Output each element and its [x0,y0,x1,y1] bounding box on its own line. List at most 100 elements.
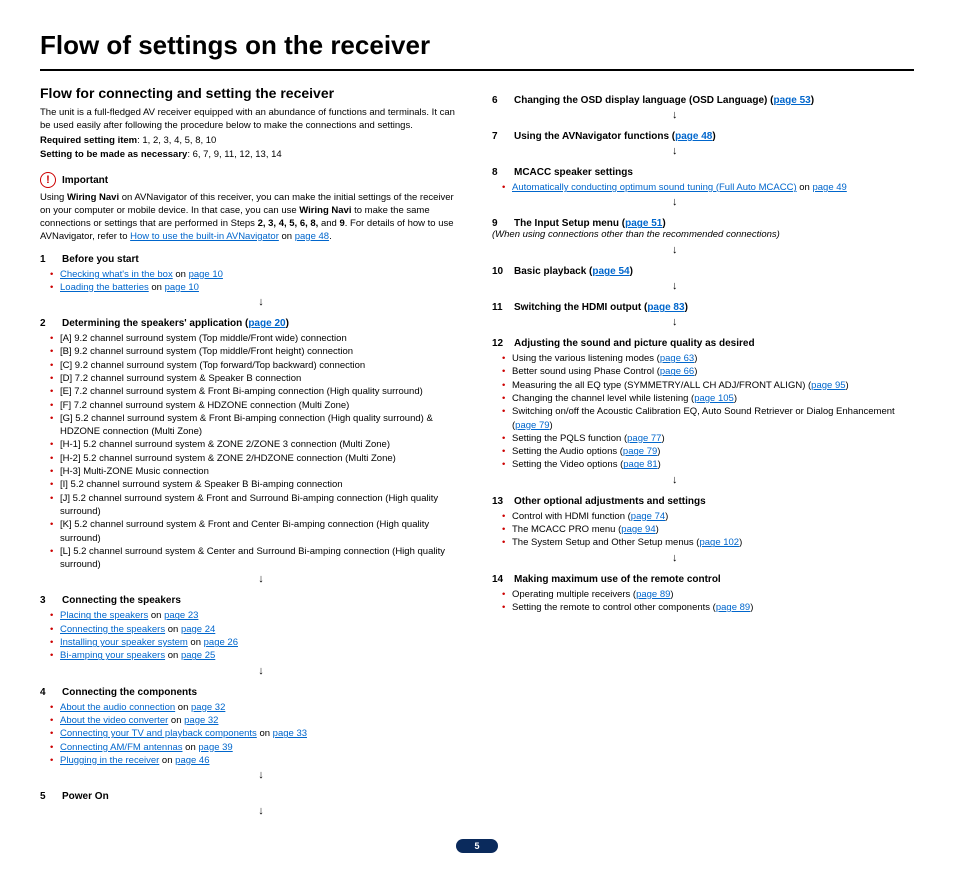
list-item: The MCACC PRO menu (page 94) [512,523,914,536]
list-item: [L] 5.2 channel surround system & Center… [60,545,462,572]
page-link[interactable]: page 94 [621,524,655,535]
step-2-list: [A] 9.2 channel surround system (Top mid… [40,332,462,571]
down-arrow-icon: ↓ [672,145,914,157]
page-link[interactable]: page 48 [295,231,329,242]
required-label: Required setting item [40,135,137,146]
step-14-heading: 14 Making maximum use of the remote cont… [492,574,914,585]
list-item: Loading the batteries on page 10 [60,281,462,294]
left-column: Flow for connecting and setting the rece… [40,85,462,819]
step-14-list: Operating multiple receivers (page 89)Se… [492,588,914,615]
title-divider [40,69,914,71]
page-link[interactable]: page 63 [660,353,694,364]
page-link[interactable]: Installing your speaker system [60,637,188,648]
page-link[interactable]: page 25 [181,650,215,661]
list-item: Changing the channel level while listeni… [512,392,914,405]
down-arrow-icon: ↓ [672,244,914,256]
important-row: ! Important [40,172,462,188]
page-link[interactable]: page 20 [248,318,285,329]
list-item: Using the various listening modes (page … [512,352,914,365]
down-arrow-icon: ↓ [672,316,914,328]
page-link[interactable]: page 39 [198,742,232,753]
page-link[interactable]: page 53 [773,95,810,106]
step-9-note: (When using connections other than the r… [492,229,914,242]
down-arrow-icon: ↓ [60,296,462,308]
page-title: Flow of settings on the receiver [40,30,914,61]
page-link[interactable]: page 81 [623,459,657,470]
page-link[interactable]: page 89 [636,589,670,600]
step-12-heading: 12 Adjusting the sound and picture quali… [492,338,914,349]
avnavigator-link[interactable]: How to use the built-in AVNavigator [130,231,279,242]
down-arrow-icon: ↓ [672,196,914,208]
page-link[interactable]: About the audio connection [60,702,175,713]
down-arrow-icon: ↓ [672,280,914,292]
page-link[interactable]: page 26 [204,637,238,648]
step-13-list: Control with HDMI function (page 74)The … [492,510,914,550]
page-link[interactable]: page 32 [191,702,225,713]
page-link[interactable]: page 49 [812,182,846,193]
page-link[interactable]: page 24 [181,624,215,635]
list-item: Setting the PQLS function (page 77) [512,432,914,445]
list-item: Automatically conducting optimum sound t… [512,181,914,194]
page-link[interactable]: Connecting AM/FM antennas [60,742,183,753]
page-link[interactable]: page 51 [625,218,662,229]
down-arrow-icon: ↓ [672,109,914,121]
list-item: Plugging in the receiver on page 46 [60,754,462,767]
page-link[interactable]: page 33 [273,728,307,739]
page-link[interactable]: Loading the batteries [60,282,149,293]
important-label: Important [62,175,108,186]
list-item: [A] 9.2 channel surround system (Top mid… [60,332,462,345]
page-link[interactable]: Connecting the speakers [60,624,165,635]
page-link[interactable]: page 95 [811,380,845,391]
page-link[interactable]: page 79 [515,420,549,431]
list-item: Setting the remote to control other comp… [512,601,914,614]
warning-icon: ! [40,172,56,188]
page-link[interactable]: Automatically conducting optimum sound t… [512,182,797,193]
page-link[interactable]: page 77 [627,433,661,444]
page-link[interactable]: page 10 [189,269,223,280]
step-4-heading: 4 Connecting the components [40,687,462,698]
page-link[interactable]: page 79 [623,446,657,457]
page-link[interactable]: About the video converter [60,715,168,726]
list-item: Measuring the all EQ type (SYMMETRY/ALL … [512,379,914,392]
two-column-layout: Flow for connecting and setting the rece… [40,85,914,819]
page-link[interactable]: Placing the speakers [60,610,148,621]
step-10-heading: 10 Basic playback (page 54) [492,266,914,277]
list-item: Bi-amping your speakers on page 25 [60,649,462,662]
step-1-heading: 1 Before you start [40,254,462,265]
list-item: [G] 5.2 channel surround system & Front … [60,412,462,439]
list-item: Connecting the speakers on page 24 [60,623,462,636]
step-11-heading: 11 Switching the HDMI output (page 83) [492,302,914,313]
down-arrow-icon: ↓ [672,474,914,486]
step-7-heading: 7 Using the AVNavigator functions (page … [492,131,914,142]
list-item: [C] 9.2 channel surround system (Top for… [60,359,462,372]
page-link[interactable]: page 32 [184,715,218,726]
page-link[interactable]: Connecting your TV and playback componen… [60,728,257,739]
page-link[interactable]: page 48 [675,131,712,142]
page-link[interactable]: Checking what's in the box [60,269,173,280]
down-arrow-icon: ↓ [60,573,462,585]
step-5-heading: 5 Power On [40,791,462,802]
page-link[interactable]: page 66 [660,366,694,377]
step-1-list: Checking what's in the box on page 10 Lo… [40,268,462,295]
page-link[interactable]: page 105 [694,393,734,404]
list-item: Installing your speaker system on page 2… [60,636,462,649]
page-link[interactable]: page 102 [699,537,739,548]
list-item: [I] 5.2 channel surround system & Speake… [60,478,462,491]
list-item: Control with HDMI function (page 74) [512,510,914,523]
page-link[interactable]: page 83 [647,302,684,313]
step-8-list: Automatically conducting optimum sound t… [492,181,914,194]
setting-label: Setting to be made as necessary [40,149,187,160]
list-item: Checking what's in the box on page 10 [60,268,462,281]
page-link[interactable]: page 54 [592,266,629,277]
page-link[interactable]: page 10 [165,282,199,293]
page-link[interactable]: page 46 [175,755,209,766]
page-link[interactable]: Plugging in the receiver [60,755,159,766]
page-link[interactable]: page 23 [164,610,198,621]
step-6-heading: 6 Changing the OSD display language (OSD… [492,95,914,106]
page-link[interactable]: Bi-amping your speakers [60,650,165,661]
page-link[interactable]: page 89 [716,602,750,613]
step-3-list: Placing the speakers on page 23Connectin… [40,609,462,662]
down-arrow-icon: ↓ [60,805,462,817]
list-item: Connecting AM/FM antennas on page 39 [60,741,462,754]
page-link[interactable]: page 74 [631,511,665,522]
